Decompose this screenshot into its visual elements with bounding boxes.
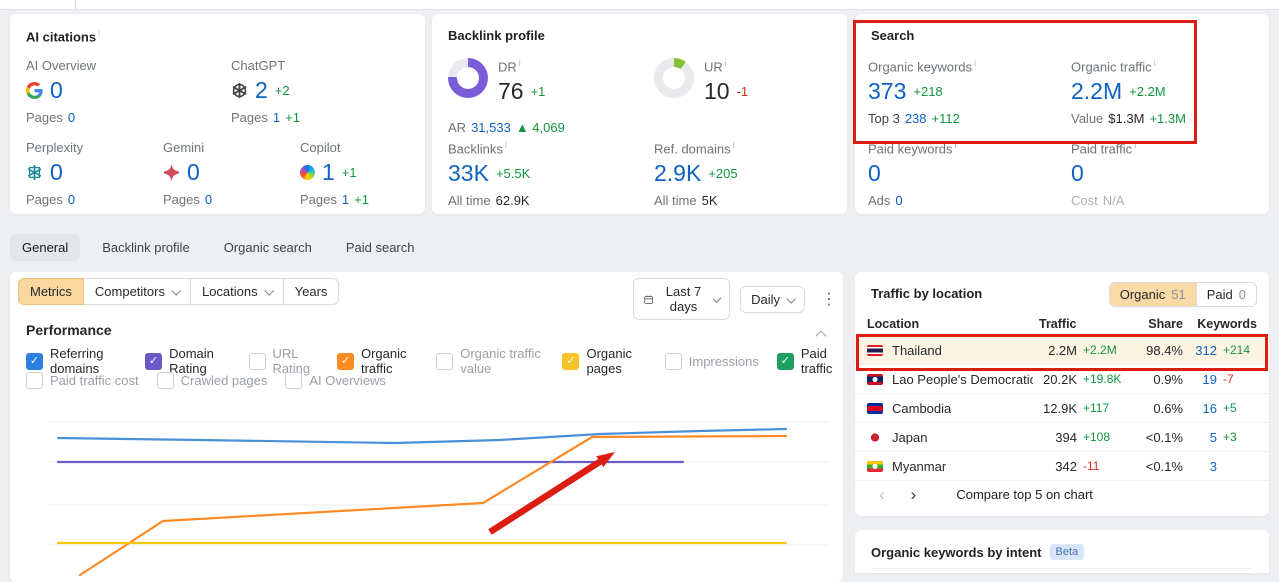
metric-chatgpt: ChatGPT 2 +2 Pages 1 +1 (231, 58, 300, 125)
checkbox-paid-traffic[interactable]: ✓ Paid traffic (776, 346, 843, 376)
metrics-button[interactable]: Metrics (18, 278, 84, 305)
years-button[interactable]: Years (282, 278, 340, 305)
kebab-menu-icon[interactable]: ⋮ (815, 287, 843, 311)
search-title: Search (871, 28, 915, 43)
next-page-button[interactable]: › (903, 484, 925, 505)
info-icon[interactable]: i (505, 140, 507, 150)
checkbox-ai-overviews[interactable]: ✓AI Overviews (285, 372, 386, 389)
ai-citations-card: AI citations i AI Overview 0 Pages 0 ChatG… (10, 14, 425, 214)
prev-page-button[interactable]: ‹ (871, 484, 893, 505)
metric-perplexity: Perplexity 0 Pages 0 (26, 140, 84, 207)
tab-organic-search[interactable]: Organic search (212, 234, 324, 261)
beta-badge: Beta (1049, 544, 1085, 560)
location-row-cambodia[interactable]: Cambodia 12.9K +117 0.6% 16 +5 (855, 394, 1269, 423)
backlink-profile-card: Backlink profile DR i 76 +1 AR 31,533 ▲ 4,… (432, 14, 847, 214)
laos-flag-icon (867, 373, 883, 385)
copilot-icon (300, 164, 315, 180)
cambodia-flag-icon (867, 402, 883, 414)
metric-ref-domains: Ref. domains i 2.9K +205 All time 5K (654, 140, 738, 209)
info-icon[interactable]: i (725, 58, 727, 68)
metric-copilot: Copilot 1 +1 Pages 1 +1 (300, 140, 369, 207)
metric-gemini: Gemini 0 Pages 0 (163, 140, 213, 207)
search-card: Search Organic keywords i 373 +218 Top 3 23… (855, 14, 1269, 214)
gemini-icon (163, 163, 180, 181)
location-row-laos[interactable]: Lao People's Democratic Reput 20.2K +19.… (855, 365, 1269, 394)
compare-top5-link[interactable]: Compare top 5 on chart (956, 487, 1093, 502)
japan-flag-icon (867, 431, 883, 443)
metric-paid-traffic: Paid traffic i 0 Cost N/A (1071, 140, 1137, 209)
location-row-japan[interactable]: Japan 394 +108 <0.1% 5 +3 (855, 423, 1269, 452)
top-edge-strip (0, 0, 1279, 10)
tab-general[interactable]: General (10, 234, 81, 261)
metric-paid-keywords: Paid keywords i 0 Ads 0 (868, 140, 957, 209)
traffic-by-location-title: Traffic by location (871, 286, 983, 301)
location-row-myanmar[interactable]: Myanmar 342 -11 <0.1% 3 (855, 452, 1269, 481)
chatgpt-icon (232, 82, 247, 98)
calendar-icon (644, 294, 653, 304)
organic-paid-toggle: Organic 51 Paid 0 (1108, 282, 1257, 307)
date-range-dropdown[interactable]: Last 7 days (633, 278, 731, 320)
chevron-down-icon (171, 285, 182, 296)
dr-donut-chart (448, 58, 488, 98)
chevron-up-icon (815, 330, 827, 342)
info-icon[interactable]: i (733, 140, 735, 150)
ur-donut-chart (654, 58, 694, 98)
chevron-down-icon (712, 293, 722, 303)
section-tabs: General Backlink profile Organic search … (10, 234, 427, 261)
myanmar-flag-icon (867, 460, 883, 472)
checkbox-organic-pages[interactable]: ✓ Organic pages (562, 346, 646, 376)
metric-ai-overview: AI Overview 0 Pages 0 (26, 58, 97, 125)
toggle-paid[interactable]: Paid 0 (1195, 283, 1256, 306)
info-icon[interactable]: i (1154, 58, 1156, 68)
granularity-dropdown[interactable]: Daily (740, 285, 805, 313)
metric-backlinks: Backlinks i 33K +5.5K All time 62.9K (448, 140, 531, 209)
location-row-thailand[interactable]: Thailand 2.2M +2.2M 98.4% 312 +214 (855, 336, 1269, 365)
info-icon[interactable]: i (98, 28, 100, 38)
checkbox-impressions[interactable]: ✓Impressions (664, 352, 759, 370)
thailand-flag-icon (867, 344, 883, 356)
chevron-down-icon (263, 285, 274, 296)
chevron-down-icon (786, 293, 797, 304)
competitors-dropdown[interactable]: Competitors (82, 278, 191, 305)
traffic-by-location-card: Traffic by location Organic 51 Paid 0 Loca… (855, 272, 1269, 516)
url-rating-block: UR i 10 -1 (654, 58, 748, 105)
keywords-by-intent-title: Organic keywords by intent Beta (871, 544, 1085, 560)
backlink-profile-title: Backlink profile (448, 28, 545, 43)
info-icon[interactable]: i (974, 58, 976, 68)
checkbox-paid-traffic-cost[interactable]: ✓Paid traffic cost (26, 372, 139, 389)
google-icon (26, 81, 43, 99)
metric-organic-keywords: Organic keywords i 373 +218 Top 3 238 +112 (868, 58, 977, 127)
tab-paid-search[interactable]: Paid search (334, 234, 427, 261)
domain-rating-block: DR i 76 +1 (448, 58, 545, 105)
tab-backlink-profile[interactable]: Backlink profile (90, 234, 201, 261)
keywords-by-intent-card: Organic keywords by intent Beta (855, 530, 1269, 573)
filter-segmented-control: Metrics Competitors Locations Years (18, 278, 340, 305)
metric-organic-traffic: Organic traffic i 2.2M +2.2M Value $1.3M +1.… (1071, 58, 1186, 127)
locations-dropdown[interactable]: Locations (189, 278, 284, 305)
info-icon[interactable]: i (519, 58, 521, 68)
info-icon[interactable]: i (1134, 140, 1136, 150)
location-table-rows: Thailand 2.2M +2.2M 98.4% 312 +214 Lao P… (855, 336, 1269, 481)
checkbox-crawled-pages[interactable]: ✓Crawled pages (156, 372, 267, 389)
toggle-organic[interactable]: Organic 51 (1109, 283, 1196, 306)
location-table-header: Location Traffic Share Keywords (867, 312, 1257, 337)
perplexity-icon (27, 164, 42, 180)
collapse-section-button[interactable] (813, 324, 829, 347)
ai-citations-title: AI citations i (26, 28, 101, 45)
location-pagination: ‹ › Compare top 5 on chart (871, 484, 1093, 505)
date-controls: Last 7 days Daily ⋮ (633, 278, 843, 320)
info-icon[interactable]: i (955, 140, 957, 150)
metric-checkbox-row-2: ✓Paid traffic cost ✓Crawled pages ✓AI Ov… (26, 372, 386, 389)
checkbox-organic-traffic-value[interactable]: ✓Organic traffic value (436, 346, 544, 376)
ahrefs-rank: AR 31,533 ▲ 4,069 (448, 120, 565, 135)
annotation-arrow-shaft (488, 458, 602, 535)
performance-chart (48, 421, 830, 577)
performance-title: Performance (26, 322, 112, 338)
performance-panel: Metrics Competitors Locations Years Last… (10, 272, 843, 582)
